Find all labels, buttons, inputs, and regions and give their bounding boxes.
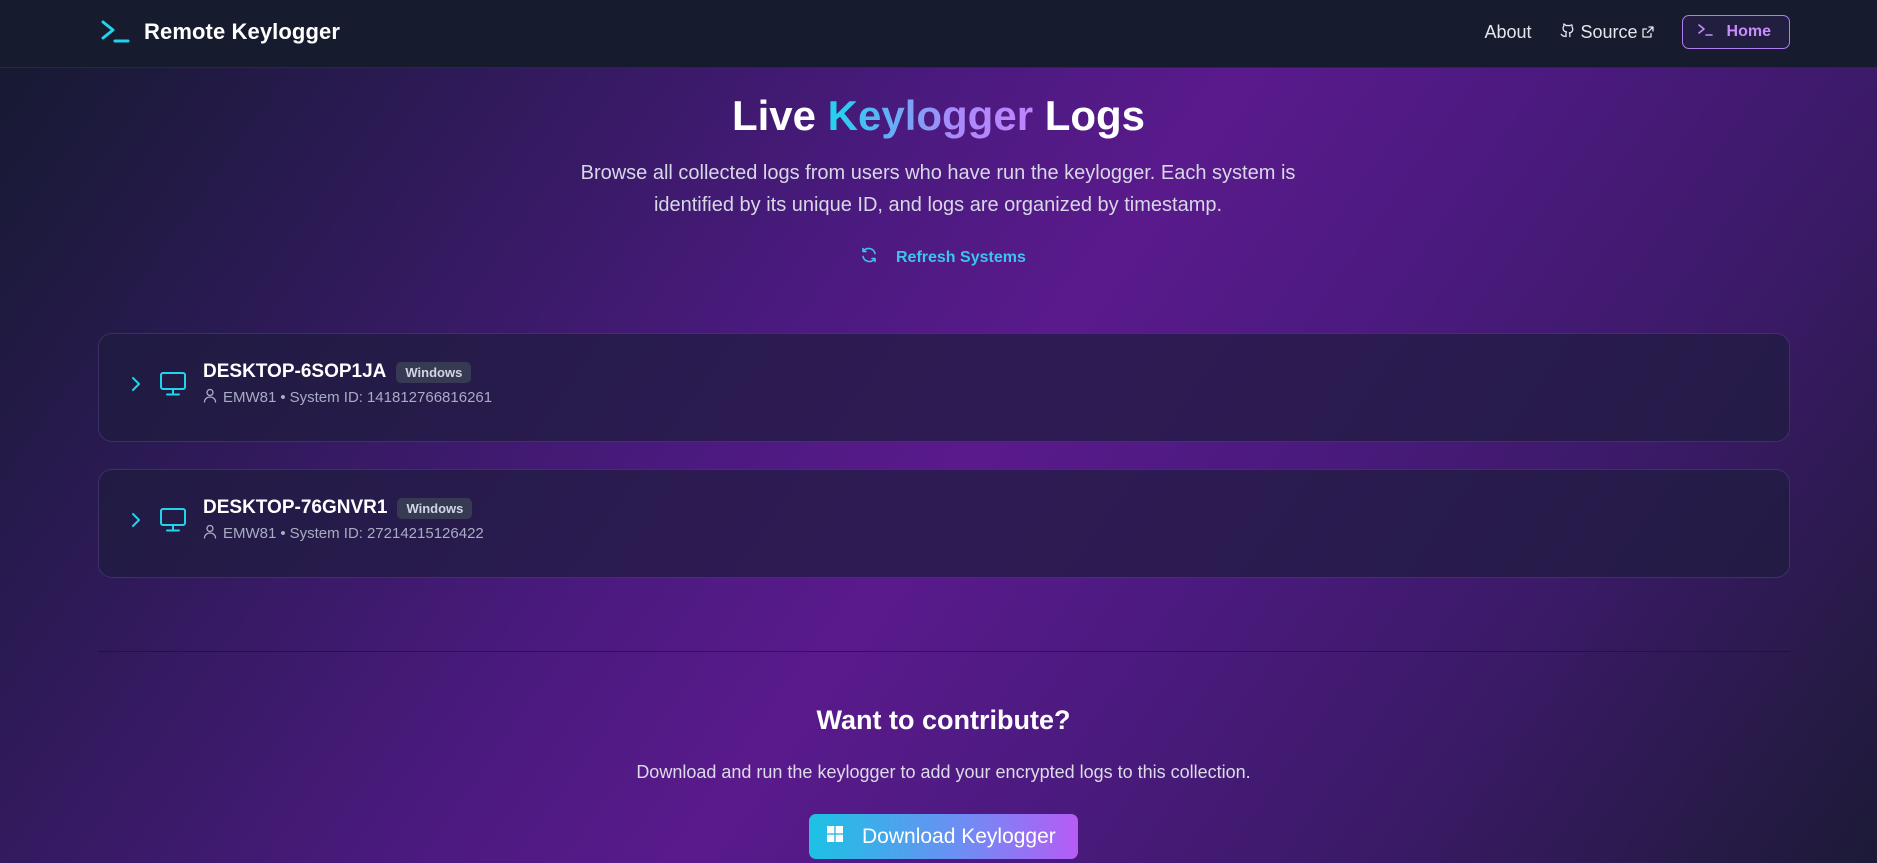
chevron-right-icon[interactable] (129, 511, 143, 534)
page-title: Live Keylogger Logs (0, 88, 1877, 144)
refresh-icon (860, 246, 896, 269)
nav-links: About Source Home (1484, 14, 1790, 50)
home-button-label: Home (1726, 23, 1771, 40)
meta-separator: • (280, 525, 286, 542)
brand-title: Remote Keylogger (144, 19, 340, 44)
system-name: DESKTOP-6SOP1JA (203, 361, 387, 382)
system-user: EMW81 (223, 525, 277, 542)
user-icon (203, 388, 223, 407)
nav-about-label: About (1484, 21, 1532, 42)
os-badge: Windows (396, 361, 472, 383)
top-navbar: Remote Keylogger About Source Home (0, 0, 1877, 68)
terminal-prompt-icon (1697, 23, 1727, 42)
os-badge: Windows (397, 497, 473, 519)
system-card[interactable]: DESKTOP-76GNVR1 Windows EMW81 • System I… (98, 469, 1790, 578)
home-button[interactable]: Home (1681, 15, 1790, 49)
title-part-live: Live (731, 92, 816, 139)
system-name-row: DESKTOP-6SOP1JA Windows (203, 361, 472, 383)
nav-source-link[interactable]: Source (1560, 22, 1654, 43)
meta-separator: • (280, 389, 286, 406)
system-name: DESKTOP-76GNVR1 (203, 497, 388, 518)
system-id: 27214215126422 (366, 525, 484, 542)
system-name-row: DESKTOP-76GNVR1 Windows (203, 497, 473, 519)
system-card[interactable]: DESKTOP-6SOP1JA Windows EMW81 • System I… (98, 333, 1790, 442)
external-link-icon (1641, 22, 1654, 43)
system-id-label: System ID: (289, 389, 363, 406)
contribute-title: Want to contribute? (816, 705, 1071, 735)
section-divider (98, 651, 1790, 652)
download-keylogger-label: Download Keylogger (862, 824, 1056, 848)
nav-source-label: Source (1580, 21, 1638, 42)
brand[interactable]: Remote Keylogger (100, 16, 340, 48)
download-keylogger-button[interactable]: Download Keylogger (809, 814, 1078, 859)
monitor-icon (159, 371, 187, 402)
terminal-prompt-icon (100, 19, 130, 45)
nav-about-link[interactable]: About (1484, 22, 1531, 43)
system-id: 141812766816261 (366, 389, 493, 406)
system-user: EMW81 (223, 389, 277, 406)
title-part-keylogger: Keylogger (827, 92, 1034, 139)
system-meta: EMW81 • System ID: 141812766816261 (203, 388, 492, 407)
contribute-subtitle: Download and run the keylogger to add yo… (636, 762, 1251, 782)
user-icon (203, 524, 223, 543)
refresh-systems-label: Refresh Systems (896, 248, 1026, 266)
github-icon (1560, 22, 1575, 43)
refresh-systems-button[interactable]: Refresh Systems (860, 246, 1026, 269)
title-part-logs: Logs (1044, 92, 1146, 139)
windows-icon (826, 825, 862, 849)
system-id-label: System ID: (289, 525, 363, 542)
page-subtitle: Browse all collected logs from users who… (580, 162, 1296, 216)
monitor-icon (159, 507, 187, 538)
chevron-right-icon[interactable] (129, 375, 143, 398)
system-meta: EMW81 • System ID: 27214215126422 (203, 524, 484, 543)
